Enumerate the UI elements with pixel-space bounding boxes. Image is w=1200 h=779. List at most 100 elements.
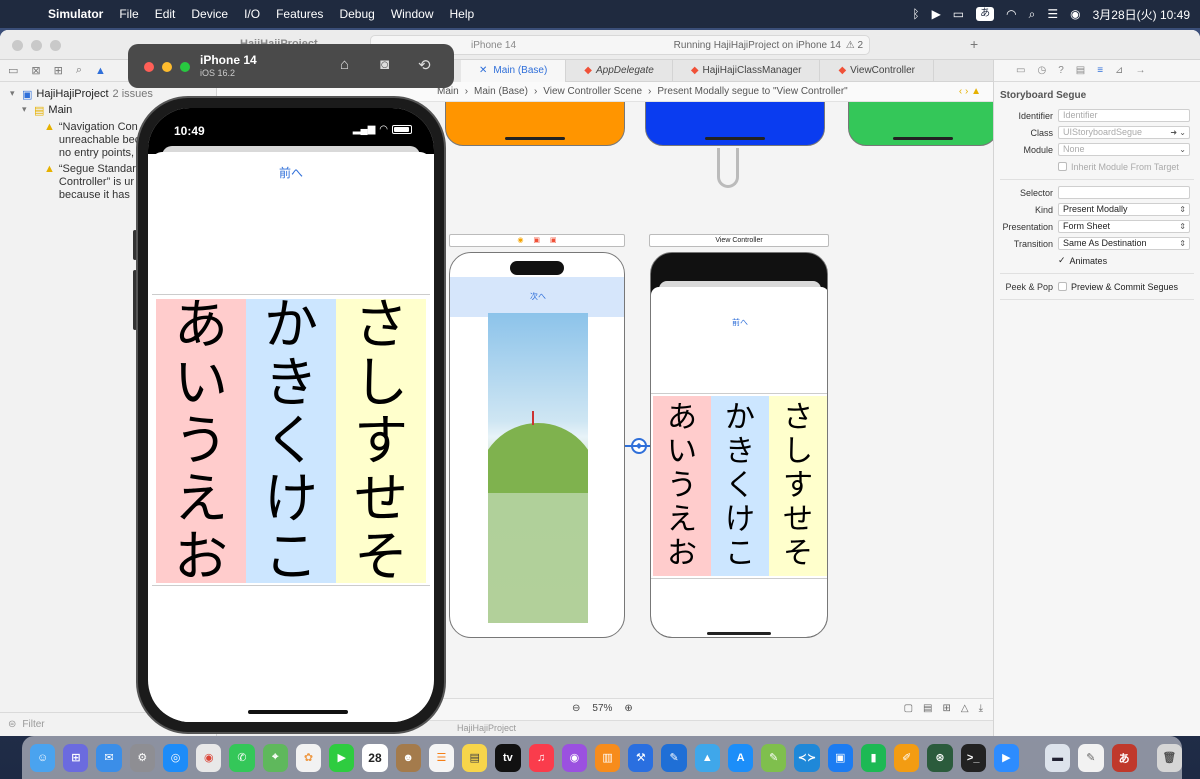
module-select[interactable]: None ⌄ — [1058, 143, 1190, 156]
text-editor-icon[interactable]: ✎ — [761, 743, 787, 772]
zoom-in-icon[interactable]: ⊕ — [624, 703, 632, 714]
find-icon[interactable]: ⌕ — [76, 64, 82, 77]
issue-warning-icon[interactable]: ▲ — [95, 65, 106, 77]
tab-appdelegate[interactable]: ◆ AppDelegate — [566, 59, 673, 82]
home-icon[interactable]: ⌂ — [340, 56, 349, 73]
simulator-app-icon[interactable]: ▲ — [694, 743, 720, 772]
update-frames-icon[interactable]: ▢ — [904, 703, 913, 714]
menubar-clock[interactable]: 3月28日(火) 10:49 — [1093, 6, 1190, 23]
history-inspector-icon[interactable]: ◷ — [1037, 65, 1046, 76]
maps-icon[interactable]: ⌖ — [262, 743, 288, 772]
system-settings-icon[interactable]: ⚙ — [129, 743, 155, 772]
mail-icon[interactable]: ✉ — [96, 743, 122, 772]
class-input[interactable]: UIStoryboardSegue ➜ ⌄ — [1058, 126, 1190, 139]
run-destination[interactable]: iPhone 14 — [471, 40, 516, 51]
size-inspector-icon[interactable]: ⊿ — [1115, 65, 1123, 76]
terminal-icon[interactable]: >_ — [960, 743, 986, 772]
facetime-icon[interactable]: ▶ — [329, 743, 355, 772]
symbol-icon[interactable]: ⊞ — [54, 64, 63, 77]
disclosure-icon[interactable]: ▾ — [22, 104, 34, 115]
menu-edit[interactable]: Edit — [147, 7, 184, 21]
resolve-issues-icon[interactable]: △ — [961, 703, 969, 714]
scene-view-controller[interactable]: 前へ あいうえお かきくけこ さしすせそ — [650, 252, 828, 638]
photos-icon[interactable]: ✿ — [295, 743, 322, 772]
scene-green[interactable] — [848, 102, 993, 146]
zoom-out-icon[interactable]: ⊖ — [572, 703, 580, 714]
zoom-window-button[interactable] — [50, 40, 61, 51]
inherit-module-checkbox[interactable]: Inherit Module From Target — [1058, 162, 1179, 172]
battery-icon[interactable]: ▭ — [953, 7, 964, 21]
vscode-icon[interactable]: ≺≻ — [794, 743, 820, 772]
simulator-close-button[interactable] — [144, 62, 154, 72]
home-indicator[interactable] — [248, 710, 348, 714]
rotate-icon[interactable]: ⟲ — [418, 56, 431, 74]
file-inspector-icon[interactable]: ▭ — [1016, 65, 1025, 76]
warning-nav-icon[interactable]: ‹ › ▲ — [959, 86, 981, 97]
folder-icon[interactable]: ▭ — [8, 64, 18, 77]
identifier-input[interactable]: Identifier — [1058, 109, 1190, 122]
menu-features[interactable]: Features — [268, 7, 331, 21]
finder-icon[interactable]: ☺ — [30, 743, 56, 772]
scene-next-view-controller[interactable]: 次へ — [449, 252, 625, 638]
input-method-dock-icon[interactable]: あ — [1111, 743, 1137, 772]
simulator-zoom-button[interactable] — [180, 62, 190, 72]
preview-icon[interactable]: ⊛ — [927, 743, 953, 772]
contacts-icon[interactable]: ☻ — [395, 743, 421, 772]
app-store-icon[interactable]: A — [727, 743, 754, 772]
pages-icon[interactable]: ✐ — [894, 743, 920, 772]
scene-dock[interactable]: ◉ ▣ ▣ — [449, 234, 625, 247]
tab-hajihajiclassmanager[interactable]: ◆ HajiHajiClassManager — [673, 59, 821, 82]
play-icon[interactable]: ▶ — [932, 7, 941, 21]
zoom-app-icon[interactable]: ▶ — [993, 743, 1020, 772]
filter-icon[interactable]: ⊜ — [8, 719, 16, 730]
bluetooth-icon[interactable]: ᛒ — [912, 7, 919, 21]
calendar-icon[interactable]: 28 — [362, 743, 388, 772]
menu-app-simulator[interactable]: Simulator — [40, 7, 111, 21]
add-library-button[interactable]: + — [970, 36, 978, 52]
menu-window[interactable]: Window — [383, 7, 442, 21]
siri-icon[interactable]: ◉ — [1070, 7, 1080, 21]
embed-in-icon[interactable]: ⤓ — [979, 703, 983, 714]
simulator-minimize-button[interactable] — [162, 62, 172, 72]
transition-select[interactable]: Same As Destination ⇕ — [1058, 237, 1190, 250]
trash-icon[interactable]: 🗑 — [1156, 743, 1182, 772]
prev-button[interactable]: 前へ — [152, 164, 430, 181]
close-window-button[interactable] — [12, 40, 23, 51]
warning-count-badge[interactable]: ⚠ 2 — [846, 40, 863, 51]
quick-help-icon[interactable]: ? — [1058, 65, 1064, 76]
safari-icon[interactable]: ◎ — [162, 743, 189, 772]
downloads-stack-icon[interactable]: ▬ — [1045, 743, 1071, 772]
scene-orange[interactable] — [445, 102, 625, 146]
prev-button[interactable]: 前へ — [651, 317, 827, 328]
peek-checkbox[interactable]: Preview & Commit Segues — [1058, 282, 1178, 292]
tab-viewcontroller[interactable]: ◆ ViewController — [820, 59, 935, 82]
launchpad-icon[interactable]: ⊞ — [63, 743, 89, 772]
selector-input[interactable] — [1058, 186, 1190, 199]
books-icon[interactable]: ▥ — [594, 743, 621, 772]
menu-help[interactable]: Help — [442, 7, 483, 21]
source-control-icon[interactable]: ⊠ — [31, 64, 40, 77]
presentation-select[interactable]: Form Sheet ⇕ — [1058, 220, 1190, 233]
messages-icon[interactable]: ✆ — [229, 743, 255, 772]
keynote-icon[interactable]: ▣ — [827, 743, 853, 772]
input-method-indicator[interactable]: あ — [976, 7, 995, 21]
chrome-icon[interactable]: ◉ — [196, 743, 222, 772]
reminders-icon[interactable]: ☰ — [428, 743, 455, 772]
kind-select[interactable]: Present Modally ⇕ — [1058, 203, 1190, 216]
identity-inspector-icon[interactable]: ▤ — [1076, 65, 1085, 76]
menu-io[interactable]: I/O — [236, 7, 268, 21]
document-stack-icon[interactable]: ✎ — [1078, 743, 1104, 772]
notes-icon[interactable]: ▤ — [462, 743, 488, 772]
add-constraints-icon[interactable]: ⊞ — [942, 703, 950, 714]
minimize-window-button[interactable] — [31, 40, 42, 51]
breadcrumb-segue[interactable]: Present Modally segue to "View Controlle… — [657, 86, 847, 97]
tab-main-base[interactable]: ✕ Main (Base) — [461, 59, 567, 82]
music-icon[interactable]: ♫ — [528, 743, 554, 772]
breadcrumb-main-base[interactable]: Main (Base) — [474, 86, 528, 97]
menu-device[interactable]: Device — [183, 7, 236, 21]
animates-checkbox[interactable]: ✓ Animates — [1058, 255, 1107, 266]
screenshot-camera-icon[interactable]: ◙ — [380, 56, 389, 73]
apple-tv-icon[interactable]: tv — [495, 743, 521, 772]
next-button[interactable]: 次へ — [450, 277, 624, 317]
podcasts-icon[interactable]: ◉ — [561, 743, 587, 772]
